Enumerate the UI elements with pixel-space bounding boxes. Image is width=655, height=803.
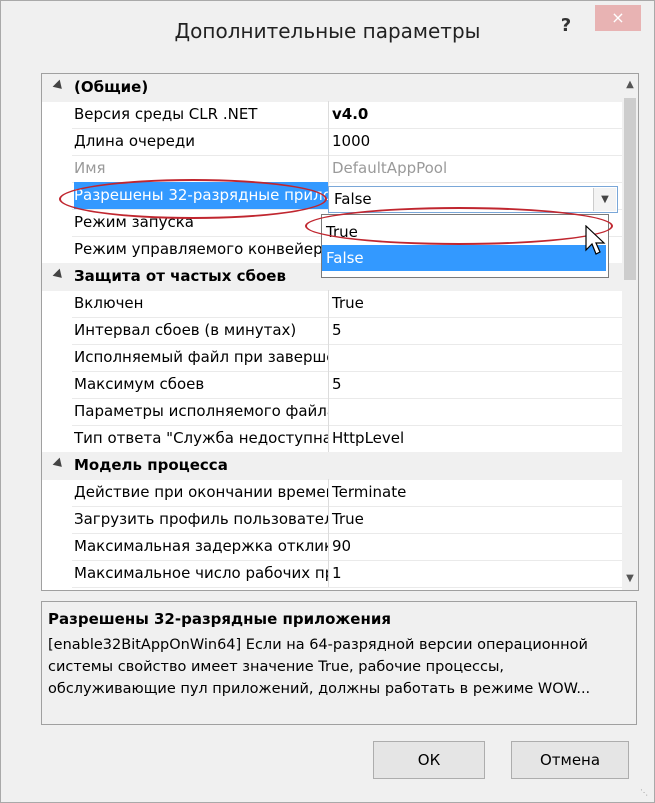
category-label: (Общие) (74, 78, 149, 96)
property-row[interactable]: Интервал сбоев (в минутах) 5 (42, 317, 622, 345)
property-row[interactable]: Включен True (42, 290, 622, 318)
property-value[interactable]: v4.0 (328, 101, 618, 128)
property-value[interactable] (328, 344, 618, 371)
resize-grip-icon[interactable]: ⋱ (640, 788, 650, 798)
highlight-ellipse-property (59, 179, 327, 219)
property-row[interactable]: Действие при окончании времени Terminate (42, 479, 622, 507)
chevron-down-icon[interactable]: ▼ (593, 188, 616, 211)
close-button[interactable]: × (595, 5, 641, 31)
property-row[interactable]: Максимальное число рабочих процессов1 (42, 560, 622, 588)
property-row[interactable]: Длина очереди 1000 (42, 128, 622, 156)
category-label: Модель процесса (74, 456, 228, 474)
advanced-settings-dialog: Дополнительные параметры ? × (Общие) Верс… (0, 0, 655, 803)
description-title: Разрешены 32-разрядные приложения (48, 610, 391, 628)
mouse-cursor-icon (585, 225, 606, 255)
property-name: Имя (74, 159, 106, 177)
property-value[interactable] (328, 398, 618, 425)
help-button[interactable]: ? (552, 13, 580, 39)
scroll-thumb[interactable] (624, 98, 636, 280)
row-divider (72, 587, 622, 588)
property-row[interactable]: Тип ответа "Служба недоступна" HttpLevel (42, 425, 622, 453)
description-text: [enable32BitAppOnWin64] Если на 64-разря… (48, 637, 591, 697)
property-value[interactable]: 5 (328, 317, 618, 344)
property-name: Длина очереди (74, 132, 195, 150)
category-row[interactable]: (Общие) (42, 74, 622, 102)
property-row[interactable]: Исполняемый файл при завершении (42, 344, 622, 372)
property-name: Максимальная задержка отклика (74, 537, 328, 555)
property-value[interactable]: 1000 (328, 128, 618, 155)
property-name: Включен (74, 294, 144, 312)
category-row[interactable]: Модель процесса (42, 452, 622, 480)
property-name: Тип ответа "Служба недоступна" (74, 429, 328, 447)
property-value[interactable]: 1 (328, 560, 618, 587)
property-name: Версия среды CLR .NET (74, 105, 258, 123)
description-panel: Разрешены 32-разрядные приложения [enabl… (41, 601, 637, 725)
scroll-up-arrow-icon[interactable]: ▲ (622, 74, 638, 96)
title-bar: Дополнительные параметры ? × (1, 1, 654, 63)
property-row[interactable]: Максимум сбоев 5 (42, 371, 622, 399)
property-name: Параметры исполняемого файла (74, 402, 328, 420)
property-name: Интервал сбоев (в минутах) (74, 321, 297, 339)
vertical-scrollbar[interactable]: ▲ ▼ (622, 74, 638, 590)
collapse-arrow-icon[interactable] (52, 79, 66, 93)
property-value[interactable]: DefaultAppPool (328, 155, 618, 182)
property-name: Максимальное число рабочих процессов (74, 564, 328, 582)
property-row[interactable]: Параметры исполняемого файла (42, 398, 622, 426)
property-name: Исполняемый файл при завершении (74, 348, 328, 366)
property-row[interactable]: Загрузить профиль пользователя True (42, 506, 622, 534)
property-value[interactable]: HttpLevel (328, 425, 618, 452)
property-value[interactable]: True (328, 290, 618, 317)
highlight-ellipse-option (305, 207, 613, 245)
property-name: Максимум сбоев (74, 375, 205, 393)
property-value[interactable]: 90 (328, 533, 618, 560)
property-grid[interactable]: (Общие) Версия среды CLR .NET v4.0 Длина оч… (41, 73, 639, 591)
property-value[interactable]: True (328, 506, 618, 533)
property-value[interactable]: 5 (328, 371, 618, 398)
property-name: Загрузить профиль пользователя (74, 510, 328, 528)
scroll-down-arrow-icon[interactable]: ▼ (622, 568, 638, 590)
combobox-value: False (334, 190, 372, 208)
property-name: Действие при окончании времени (74, 483, 328, 501)
ok-button[interactable]: ОК (373, 741, 485, 779)
collapse-arrow-icon[interactable] (52, 268, 66, 282)
dropdown-option-false[interactable]: False (322, 245, 606, 271)
property-name: Режим управляемого конвейера (74, 240, 328, 258)
property-value[interactable]: Terminate (328, 479, 618, 506)
property-row[interactable]: Версия среды CLR .NET v4.0 (42, 101, 622, 129)
cancel-button[interactable]: Отмена (511, 741, 629, 779)
property-row[interactable]: Максимальная задержка отклика 90 (42, 533, 622, 561)
property-row[interactable]: Имя DefaultAppPool (42, 155, 622, 183)
collapse-arrow-icon[interactable] (52, 457, 66, 471)
